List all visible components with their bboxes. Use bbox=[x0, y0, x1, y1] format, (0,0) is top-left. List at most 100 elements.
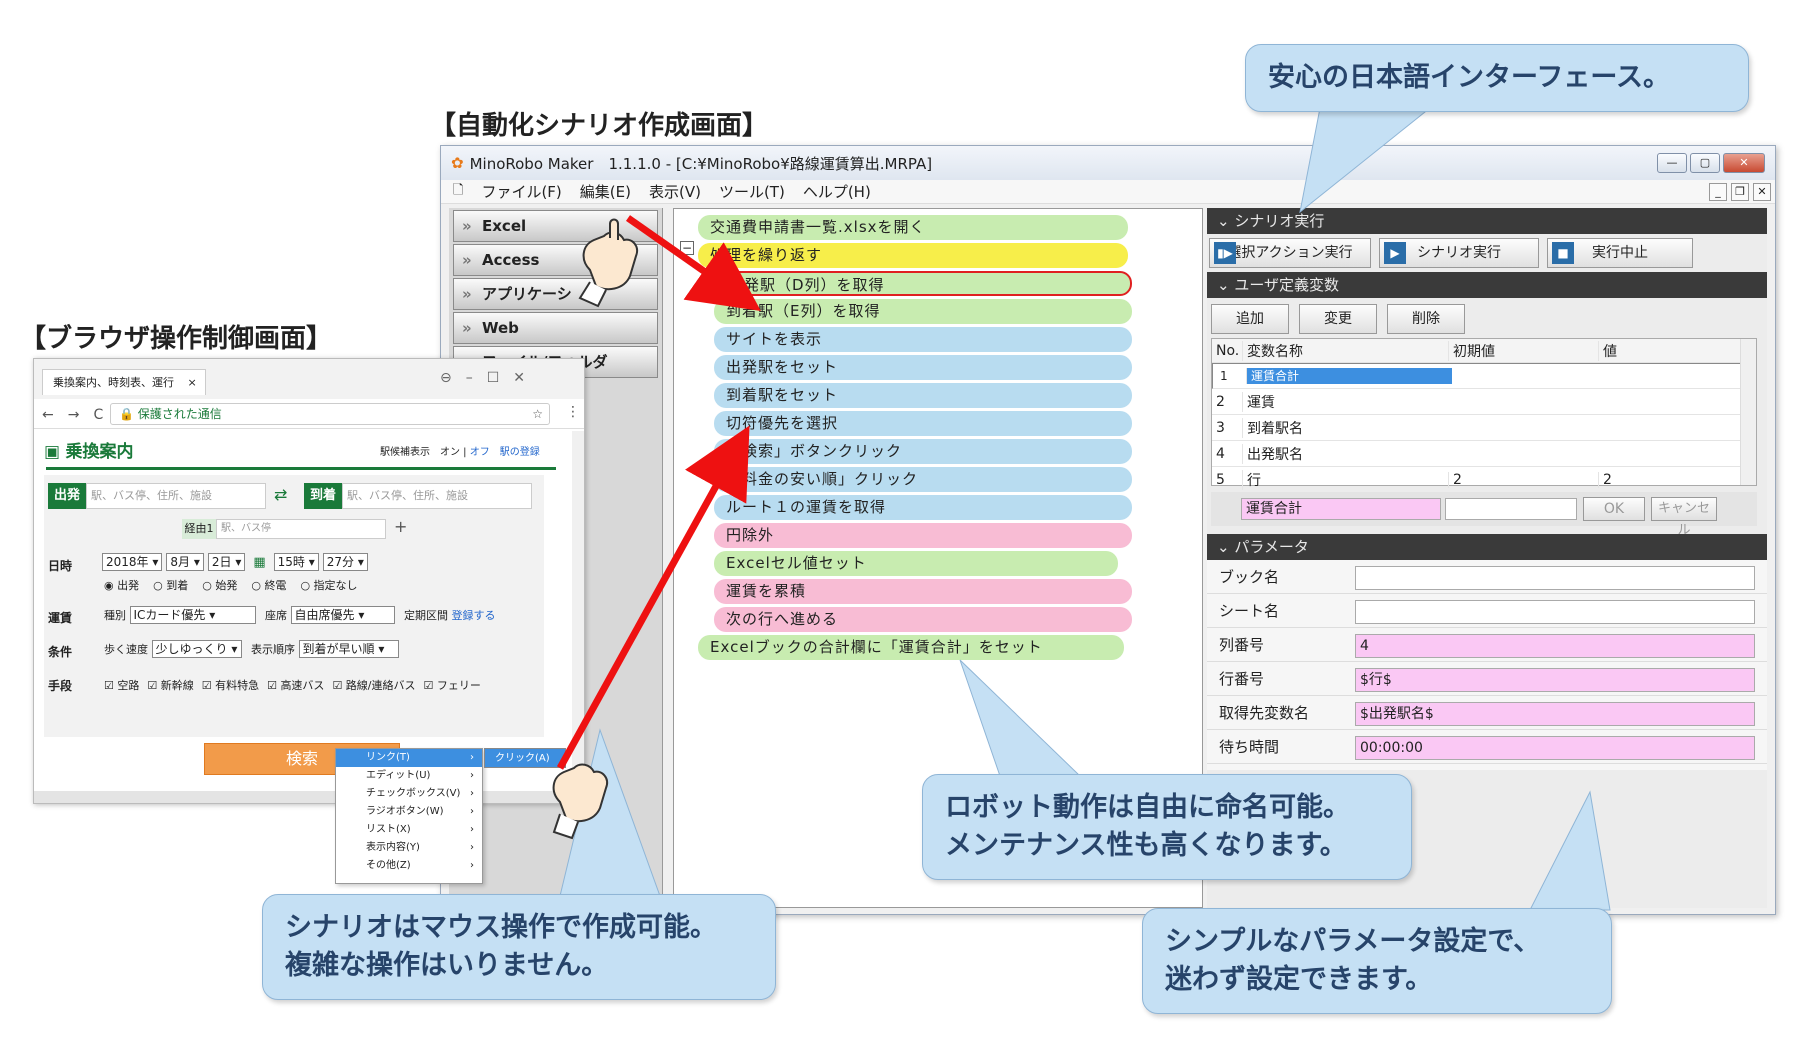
from-input[interactable]: 駅、バス停、住所、施設 bbox=[86, 483, 266, 509]
walk-select[interactable]: 少しゆっくり ▾ bbox=[151, 640, 242, 658]
stop-button[interactable]: ■ 実行中止 bbox=[1547, 238, 1693, 268]
close-button[interactable]: ✕ bbox=[1723, 153, 1765, 173]
register-station-link[interactable]: 駅の登録 bbox=[500, 447, 540, 458]
menu-view[interactable]: 表示(V) bbox=[649, 181, 701, 202]
delete-var-button[interactable]: 削除 bbox=[1387, 304, 1465, 334]
flow-step[interactable]: 切符優先を選択 bbox=[714, 411, 1132, 436]
table-scrollbar[interactable] bbox=[1740, 339, 1756, 485]
nav-icons[interactable]: ← → C bbox=[42, 404, 103, 424]
means-checkbox[interactable]: ☑ 新幹線 bbox=[147, 679, 193, 692]
context-menu-item[interactable]: 表示内容(Y) bbox=[336, 839, 482, 857]
flow-step[interactable]: 到着駅をセット bbox=[714, 383, 1132, 408]
flow-step[interactable]: Excelブックの合計欄に「運賃合計」をセット bbox=[698, 635, 1124, 660]
time-option-radio[interactable]: ○ 指定なし bbox=[300, 579, 357, 592]
calendar-icon[interactable]: ▦ bbox=[253, 555, 265, 570]
means-checkbox[interactable]: ☑ 有料特急 bbox=[202, 679, 259, 692]
ok-button[interactable]: OK bbox=[1583, 497, 1645, 521]
star-icon[interactable]: ☆ bbox=[532, 404, 543, 424]
flow-step[interactable]: 出発駅をセット bbox=[714, 355, 1132, 380]
flow-step[interactable]: 運賃を累積 bbox=[714, 579, 1132, 604]
run-selected-action-button[interactable]: ▮▶ 選択アクション実行 bbox=[1209, 238, 1371, 268]
param-input[interactable]: 4 bbox=[1355, 634, 1755, 658]
time-option-radio[interactable]: ○ 到着 bbox=[153, 579, 188, 592]
flow-step[interactable]: 円除外 bbox=[714, 523, 1132, 548]
table-row[interactable]: 1 運賃合計 bbox=[1212, 363, 1756, 389]
max-icon[interactable]: ☐ bbox=[487, 370, 500, 386]
collapse-icon[interactable]: − bbox=[680, 241, 694, 255]
flow-step[interactable]: 処理を繰り返す bbox=[698, 243, 1128, 268]
table-row[interactable]: 5行22 bbox=[1212, 467, 1756, 493]
time-option-radio[interactable]: ◉ 出発 bbox=[104, 579, 139, 592]
on-link[interactable]: オン bbox=[440, 447, 460, 458]
maximize-button[interactable]: ▢ bbox=[1690, 153, 1720, 173]
off-link[interactable]: オフ bbox=[470, 447, 490, 458]
menu-icon[interactable]: ⋮ bbox=[566, 404, 580, 420]
child-minimize-button[interactable]: _ bbox=[1709, 182, 1727, 201]
seat-select[interactable]: 自由席優先 ▾ bbox=[290, 606, 395, 624]
flow-step[interactable]: 「検索」ボタンクリック bbox=[714, 439, 1132, 464]
account-icon[interactable]: ⊖ bbox=[440, 370, 452, 386]
table-row[interactable]: 4 出発駅名 bbox=[1212, 441, 1756, 467]
pass-register-link[interactable]: 登録する bbox=[452, 609, 496, 622]
close-icon[interactable]: ✕ bbox=[513, 370, 525, 386]
run-scenario-button[interactable]: ▶ シナリオ実行 bbox=[1379, 238, 1539, 268]
v-scrollbar[interactable] bbox=[572, 431, 584, 791]
month-select[interactable]: 8月 ▾ bbox=[166, 553, 204, 571]
child-close-button[interactable]: ✕ bbox=[1753, 182, 1771, 201]
param-input[interactable] bbox=[1355, 600, 1755, 624]
minimize-button[interactable]: — bbox=[1657, 153, 1687, 173]
means-checkbox[interactable]: ☑ 路線/連絡バス bbox=[332, 679, 415, 692]
category-web[interactable]: Web bbox=[453, 312, 658, 344]
menu-help[interactable]: ヘルプ(H) bbox=[803, 181, 871, 202]
child-restore-button[interactable]: ❐ bbox=[1731, 182, 1749, 201]
means-checkbox[interactable]: ☑ フェリー bbox=[424, 679, 481, 692]
swap-icon[interactable]: ⇄ bbox=[274, 485, 287, 504]
address-bar[interactable]: 🔒 保護された通信 ☆ bbox=[110, 403, 550, 425]
var-value-input[interactable] bbox=[1445, 498, 1577, 520]
means-checkbox[interactable]: ☑ 空路 bbox=[104, 679, 139, 692]
context-menu-item[interactable]: リスト(X) bbox=[336, 821, 482, 839]
flow-step[interactable]: 次の行へ進める bbox=[714, 607, 1132, 632]
year-select[interactable]: 2018年 ▾ bbox=[102, 553, 163, 571]
day-select[interactable]: 2日 ▾ bbox=[207, 553, 246, 571]
min-icon[interactable]: – bbox=[466, 370, 473, 386]
via-input[interactable]: 駅、バス停 bbox=[216, 519, 386, 539]
hour-select[interactable]: 15時 ▾ bbox=[273, 553, 319, 571]
param-input[interactable] bbox=[1355, 566, 1755, 590]
time-option-radio[interactable]: ○ 終電 bbox=[251, 579, 286, 592]
add-via-icon[interactable]: + bbox=[394, 517, 407, 536]
flow-step[interactable]: 出発駅（D列）を取得 bbox=[714, 271, 1132, 296]
menu-file[interactable]: ファイル(F) bbox=[481, 181, 561, 202]
category-application[interactable]: アプリケーシ bbox=[453, 278, 658, 310]
category-access[interactable]: Access bbox=[453, 244, 658, 276]
var-name-input[interactable]: 運賃合計 bbox=[1241, 498, 1441, 520]
flow-step[interactable]: ルート１の運賃を取得 bbox=[714, 495, 1132, 520]
table-row[interactable]: 2 運賃 bbox=[1212, 389, 1756, 415]
tab-close-icon[interactable]: × bbox=[188, 376, 197, 389]
order-select[interactable]: 到着が早い順 ▾ bbox=[298, 640, 399, 658]
context-menu-item[interactable]: エディット(U) bbox=[336, 767, 482, 785]
flow-step[interactable]: 「料金の安い順」クリック bbox=[714, 467, 1132, 492]
flow-step[interactable]: 到着駅（E列）を取得 bbox=[714, 299, 1132, 324]
add-var-button[interactable]: 追加 bbox=[1211, 304, 1289, 334]
context-menu-item[interactable]: ラジオボタン(W) bbox=[336, 803, 482, 821]
to-input[interactable]: 駅、バス停、住所、施設 bbox=[342, 483, 532, 509]
flow-step[interactable]: サイトを表示 bbox=[714, 327, 1132, 352]
context-submenu-click[interactable]: クリック(A) bbox=[484, 748, 566, 768]
menu-tools[interactable]: ツール(T) bbox=[719, 181, 785, 202]
param-input[interactable]: 00:00:00 bbox=[1355, 736, 1755, 760]
kind-select[interactable]: ICカード優先 ▾ bbox=[129, 606, 256, 624]
time-option-radio[interactable]: ○ 始発 bbox=[202, 579, 237, 592]
means-checkbox[interactable]: ☑ 高速バス bbox=[267, 679, 324, 692]
context-menu-item[interactable]: リンク(T) bbox=[336, 749, 482, 767]
flow-step[interactable]: 交通費申請書一覧.xlsxを開く bbox=[698, 215, 1128, 240]
context-menu-item[interactable]: チェックボックス(V) bbox=[336, 785, 482, 803]
menu-edit[interactable]: 編集(E) bbox=[580, 181, 631, 202]
h-scrollbar[interactable] bbox=[34, 791, 584, 803]
cancel-button[interactable]: キャンセル bbox=[1651, 497, 1717, 538]
table-row[interactable]: 3 到着駅名 bbox=[1212, 415, 1756, 441]
context-menu-item[interactable]: その他(Z) bbox=[336, 857, 482, 875]
flow-step[interactable]: Excelセル値セット bbox=[714, 551, 1118, 576]
param-input[interactable]: $出発駅名$ bbox=[1355, 702, 1755, 726]
param-input[interactable]: $行$ bbox=[1355, 668, 1755, 692]
